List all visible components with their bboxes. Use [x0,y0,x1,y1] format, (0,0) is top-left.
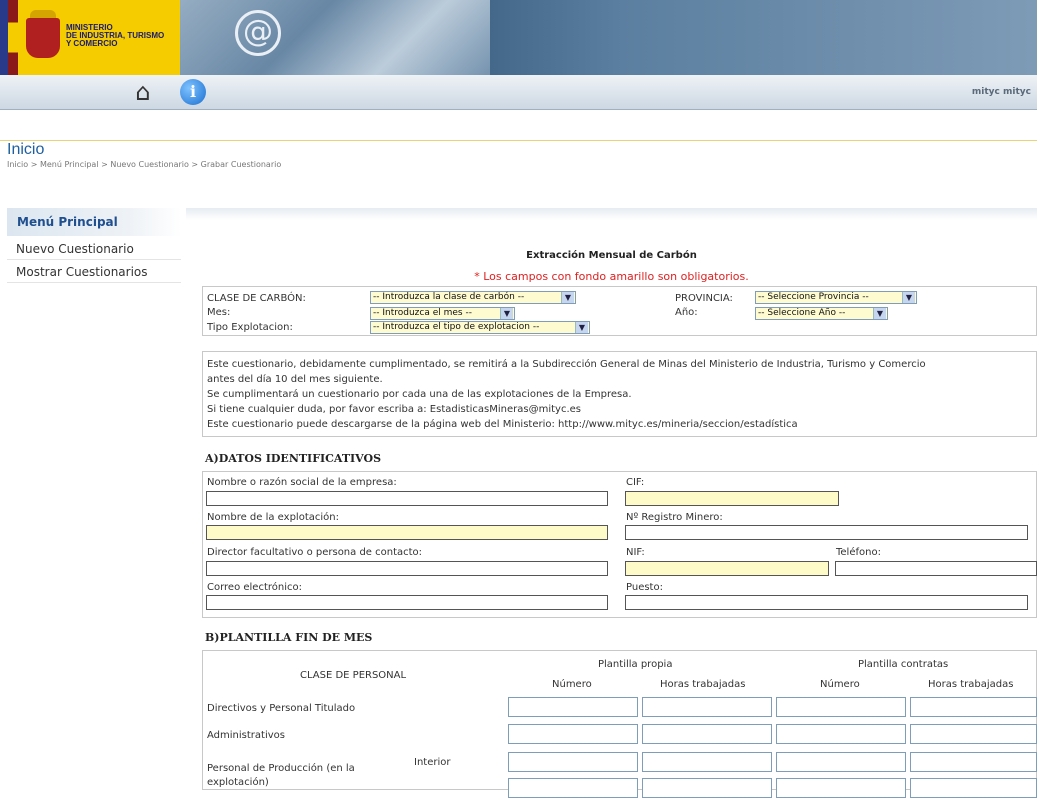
nombre-explotacion-input[interactable] [206,525,608,540]
produccion-next-horas-contratas[interactable] [910,778,1037,798]
registro-minero-label: Nº Registro Minero: [626,512,723,523]
nombre-empresa-input[interactable] [206,491,608,506]
numero-header-propia: Número [552,679,592,690]
anio-select[interactable]: -- Seleccione Año -- ▼ [755,307,888,320]
produccion-interior-numero-contratas[interactable] [776,752,906,772]
info-line-5: Este cuestionario puede descargarse de l… [207,419,798,430]
directivos-numero-propia[interactable] [508,697,638,717]
interior-label: Interior [414,757,451,768]
directivos-horas-propia[interactable] [642,697,772,717]
cif-input[interactable] [625,491,839,506]
info-icon[interactable]: i [180,79,206,105]
director-input[interactable] [206,561,608,576]
administrativos-horas-propia[interactable] [642,724,772,744]
clase-carbon-value: -- Introduzca la clase de carbón -- [373,292,525,302]
anio-label: Año: [675,307,698,318]
plantilla-propia-header: Plantilla propia [598,659,673,670]
produccion-next-numero-propia[interactable] [508,778,638,798]
nombre-empresa-label: Nombre o razón social de la empresa: [207,477,397,488]
produccion-next-numero-contratas[interactable] [776,778,906,798]
row-directivos-label: Directivos y Personal Titulado [207,703,356,714]
sidebar-heading: Menú Principal [17,215,118,229]
produccion-next-horas-propia[interactable] [642,778,772,798]
director-label: Director facultativo o persona de contac… [207,547,423,558]
mes-value: -- Introduzca el mes -- [373,308,472,318]
produccion-interior-horas-contratas[interactable] [910,752,1037,772]
info-line-1: Este cuestionario, debidamente cumplimen… [207,359,926,370]
puesto-input[interactable] [625,595,1028,610]
administrativos-numero-contratas[interactable] [776,724,906,744]
clase-carbon-select[interactable]: -- Introduzca la clase de carbón -- ▼ [370,291,576,304]
correo-input[interactable] [206,595,608,610]
cif-label: CIF: [626,477,645,488]
breadcrumb: Inicio > Menú Principal > Nuevo Cuestion… [7,160,282,169]
chevron-down-icon: ▼ [575,322,588,333]
row-produccion-label-cont: explotación) [207,777,269,788]
tipo-explotacion-value: -- Introduzca el tipo de explotacion -- [373,322,540,332]
nif-input[interactable] [625,561,829,576]
page-title: Inicio [7,141,45,158]
ministry-line-3: Y COMERCIO [66,39,118,48]
form-title: Extracción Mensual de Carbón [526,250,697,261]
info-line-3: Se cumplimentará un cuestionario por cad… [207,389,632,400]
anio-value: -- Seleccione Año -- [758,308,846,318]
provincia-select[interactable]: -- Seleccione Provincia -- ▼ [755,291,917,304]
ministry-name: MINISTERIO DE INDUSTRIA, TURISMO Y COMER… [66,24,180,48]
telefono-label: Teléfono: [836,547,881,558]
puesto-label: Puesto: [626,582,663,593]
sidebar-item-nuevo-cuestionario[interactable]: Nuevo Cuestionario [7,238,181,260]
required-fields-note: * Los campos con fondo amarillo son obli… [474,270,749,283]
mes-select[interactable]: -- Introduzca el mes -- ▼ [370,307,515,320]
sidebar-item-mostrar-cuestionarios[interactable]: Mostrar Cuestionarios [7,261,181,283]
mes-label: Mes: [207,307,231,318]
clase-carbon-label: CLASE DE CARBÓN: [207,293,306,304]
nif-label: NIF: [626,547,645,558]
provincia-value: -- Seleccione Provincia -- [758,292,869,302]
produccion-interior-numero-propia[interactable] [508,752,638,772]
produccion-interior-horas-propia[interactable] [642,752,772,772]
section-a-title: A)DATOS IDENTIFICATIVOS [205,452,382,465]
administrativos-numero-propia[interactable] [508,724,638,744]
title-divider [0,140,1037,141]
header-artwork [180,0,490,75]
chevron-down-icon: ▼ [873,308,886,319]
directivos-numero-contratas[interactable] [776,697,906,717]
coat-of-arms-icon [26,18,60,58]
chevron-down-icon: ▼ [500,308,513,319]
row-administrativos-label: Administrativos [207,730,285,741]
eu-flag-strip [0,0,8,75]
at-symbol-graphic: @ [235,10,281,56]
info-line-2: antes del día 10 del mes siguiente. [207,374,383,385]
horas-header-propia: Horas trabajadas [660,679,746,690]
numero-header-contratas: Número [820,679,860,690]
clase-personal-header: CLASE DE PERSONAL [300,670,407,681]
section-b-title: B)PLANTILLA FIN DE MES [205,631,373,644]
directivos-horas-contratas[interactable] [910,697,1037,717]
horas-header-contratas: Horas trabajadas [928,679,1014,690]
row-produccion-label: Personal de Producción (en la [207,763,355,774]
spain-flag-strip [8,0,18,75]
telefono-input[interactable] [835,561,1037,576]
chevron-down-icon: ▼ [561,292,574,303]
registro-minero-input[interactable] [625,525,1028,540]
home-icon[interactable]: ⌂ [125,77,161,107]
provincia-label: PROVINCIA: [675,293,733,304]
administrativos-horas-contratas[interactable] [910,724,1037,744]
info-line-4: Si tiene cualquier duda, por favor escri… [207,404,581,415]
content-header-bar [186,208,1037,220]
tipo-explotacion-label: Tipo Explotacion: [207,322,293,333]
plantilla-contratas-header: Plantilla contratas [858,659,949,670]
correo-label: Correo electrónico: [207,582,302,593]
nombre-explotacion-label: Nombre de la explotación: [207,512,339,523]
tipo-explotacion-select[interactable]: -- Introduzca el tipo de explotacion -- ▼ [370,321,590,334]
user-name: mityc mityc [971,87,1031,97]
chevron-down-icon: ▼ [902,292,915,303]
